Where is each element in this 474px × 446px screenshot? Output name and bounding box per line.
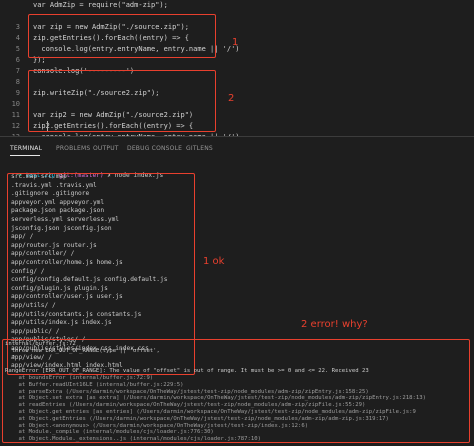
text-cursor xyxy=(47,121,48,131)
line-number: 6 xyxy=(15,56,20,64)
line-number: 10 xyxy=(11,100,20,108)
terminal-prompt: ➜ test-zip git:(master) ✗ node index.js xyxy=(3,163,163,179)
code-text: var AdmZip = require("adm-zip"); xyxy=(33,1,168,9)
active-tab-indicator xyxy=(10,155,40,156)
bottom-panel: TERMINAL PROBLEMS OUTPUT DEBUG CONSOLE G… xyxy=(0,136,474,446)
line-number: 3 xyxy=(15,23,20,31)
highlight-label-error: 2 error! why? xyxy=(301,319,368,330)
tab-problems[interactable]: PROBLEMS xyxy=(56,145,90,152)
highlight-box-2 xyxy=(28,70,216,132)
line-number: 12 xyxy=(11,122,20,130)
highlight-box-error xyxy=(2,339,470,443)
highlight-label-1: 1 xyxy=(232,37,239,48)
highlight-label-2: 2 xyxy=(228,93,235,104)
line-number: 8 xyxy=(15,78,20,86)
line-number: 11 xyxy=(11,111,20,119)
code-line: var AdmZip = require("adm-zip"); xyxy=(0,0,474,11)
tab-gitlens[interactable]: GITLENS xyxy=(186,145,213,152)
highlight-box-1 xyxy=(28,14,216,58)
line-number: 7 xyxy=(15,67,20,75)
tab-terminal[interactable]: TERMINAL xyxy=(10,145,42,152)
tab-debug-console[interactable]: DEBUG CONSOLE xyxy=(127,145,182,152)
highlight-label-ok: 1 ok xyxy=(203,256,225,267)
line-number: 4 xyxy=(15,34,20,42)
code-editor[interactable]: var AdmZip = require("adm-zip"); 3 var zip… xyxy=(0,0,474,154)
line-number: 5 xyxy=(15,45,20,53)
line-number: 9 xyxy=(15,89,20,97)
tab-output[interactable]: OUTPUT xyxy=(93,145,119,152)
